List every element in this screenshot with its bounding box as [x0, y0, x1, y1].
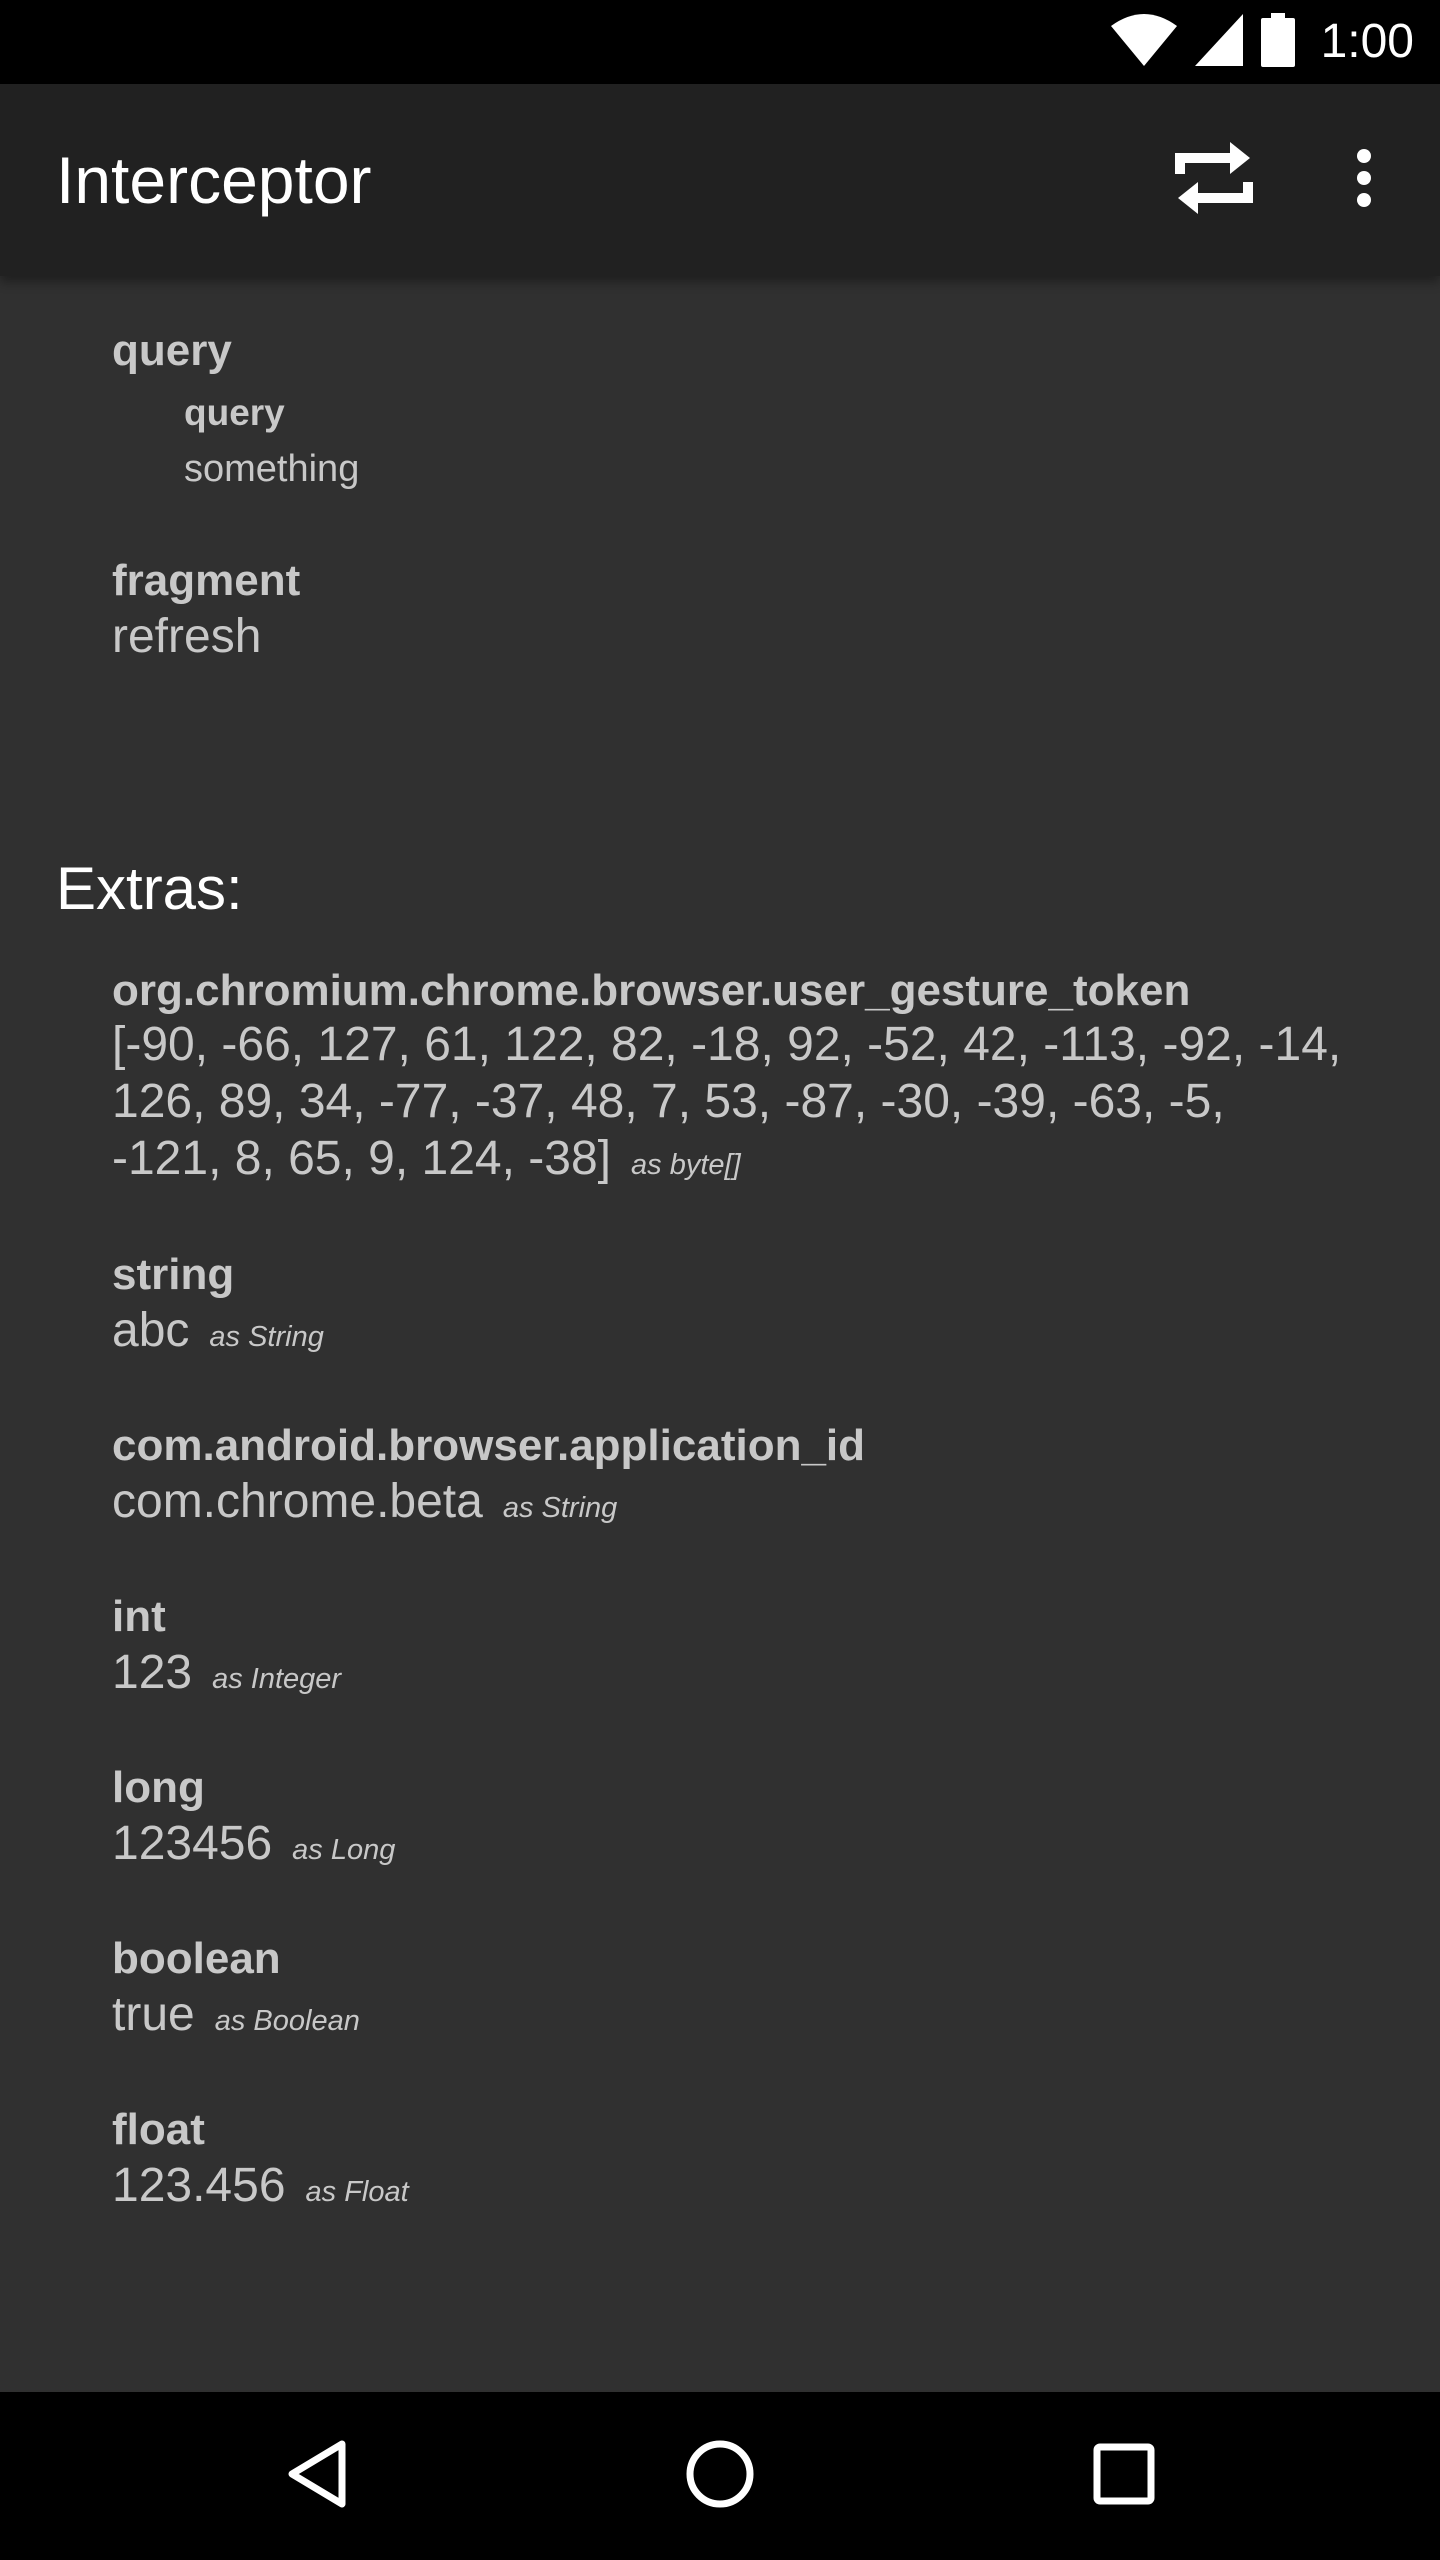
extra-key: boolean [112, 1934, 281, 1983]
status-icons: 1:00 [1110, 0, 1414, 84]
extra-value: 123.456 [112, 2159, 286, 2212]
extra-type: as Boolean [214, 2005, 360, 2037]
back-icon [284, 2438, 348, 2515]
extra-type: as byte[] [631, 1149, 741, 1181]
extra-key: float [112, 2105, 205, 2154]
cell-signal-icon [1194, 13, 1243, 71]
query-param-value: something [184, 448, 360, 490]
repeat-icon [1172, 132, 1256, 229]
extra-type: as Integer [212, 1663, 342, 1695]
extra-type: as String [502, 1492, 618, 1524]
query-key: query [112, 326, 232, 375]
extra-type: as Long [292, 1834, 396, 1866]
navigation-bar [0, 2392, 1440, 2560]
recents-button[interactable] [1064, 2416, 1184, 2536]
extra-value-row: 123 as Integer [112, 1645, 341, 1700]
extra-type: as Float [305, 2176, 409, 2208]
extras-title: Extras: [56, 855, 243, 922]
app-bar: Interceptor [0, 84, 1440, 276]
recents-icon [1093, 2443, 1155, 2510]
extra-value: com.chrome.beta [112, 1475, 483, 1528]
fragment-value: refresh [112, 610, 262, 663]
extra-key: string [112, 1250, 235, 1299]
wifi-icon [1110, 13, 1177, 71]
back-button[interactable] [256, 2416, 376, 2536]
overflow-menu-button[interactable] [1336, 134, 1392, 226]
extra-key: com.android.browser.application_id [112, 1421, 866, 1470]
extra-key: int [112, 1592, 166, 1641]
home-button[interactable] [660, 2416, 780, 2536]
app-title: Interceptor [56, 143, 372, 217]
status-time: 1:00 [1320, 15, 1414, 68]
battery-icon [1260, 12, 1295, 72]
fragment-key: fragment [112, 556, 301, 605]
extra-value-row: com.chrome.beta as String [112, 1474, 617, 1529]
home-icon [685, 2439, 755, 2514]
extra-value: 123456 [112, 1817, 273, 1870]
query-param-key: query [184, 392, 285, 433]
extra-key: long [112, 1763, 205, 1812]
extra-value-row: 123.456 as Float [112, 2158, 409, 2213]
extra-value-row: true as Boolean [112, 1987, 360, 2042]
extra-value: abc [112, 1304, 190, 1357]
extra-value-row: [-90, -66, 127, 61, 122, 82, -18, 92, -5… [112, 1016, 1342, 1194]
extra-value: true [112, 1988, 195, 2041]
extra-key: org.chromium.chrome.browser.user_gesture… [112, 966, 1191, 1015]
repeat-button[interactable] [1168, 134, 1260, 226]
more-vert-icon [1354, 148, 1374, 213]
extra-type: as String [209, 1321, 324, 1353]
extra-value-row: abc as String [112, 1303, 324, 1358]
status-bar: 1:00 [0, 0, 1440, 84]
extra-value: 123 [112, 1646, 193, 1699]
content-scroll-area[interactable]: query query something fragment refresh E… [0, 276, 1440, 2392]
extra-value-row: 123456 as Long [112, 1816, 395, 1871]
